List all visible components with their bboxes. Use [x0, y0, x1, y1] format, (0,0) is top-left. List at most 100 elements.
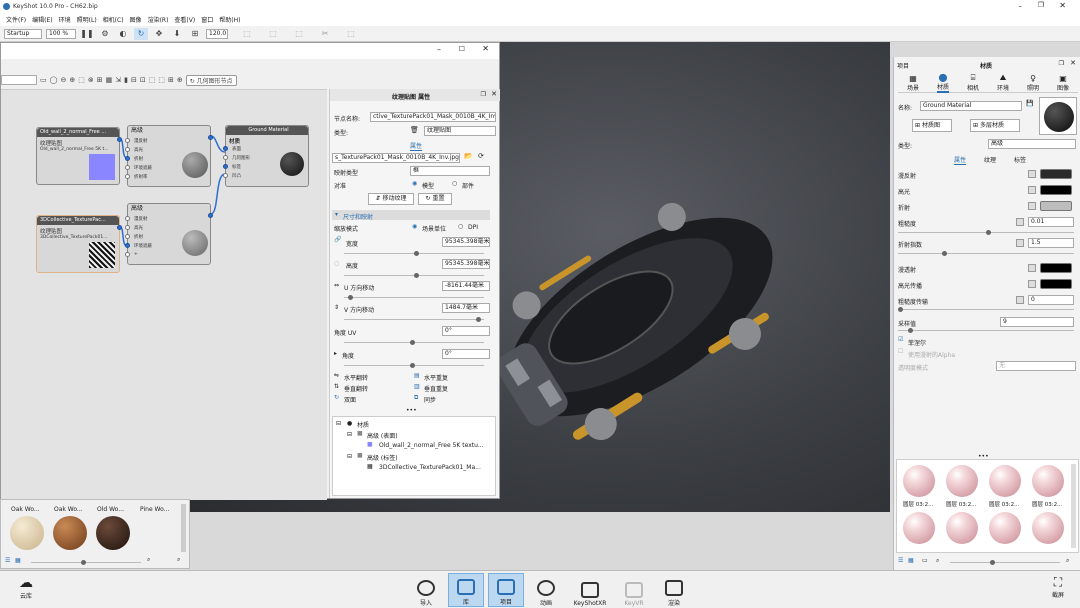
advanced-node-1-out[interactable]	[208, 135, 213, 140]
ior-texture-button[interactable]	[1016, 239, 1024, 247]
texture-file-input[interactable]: s_TexturePack01_Mask_0010B_4K_Inv.jpg	[332, 153, 460, 163]
refraction-texture-button[interactable]	[1028, 202, 1036, 210]
adv2-port-ao[interactable]	[125, 243, 130, 248]
angle-chevron-icon[interactable]: ▸	[334, 350, 337, 357]
material-grid-scrollbar[interactable]	[1071, 464, 1076, 548]
radio-model-icon[interactable]: ◉	[412, 180, 417, 187]
keyvr-button[interactable]: KeyVR	[616, 573, 652, 607]
tool-icon-2[interactable]: ⬚	[266, 28, 280, 40]
menu-environment[interactable]: 环境	[59, 15, 71, 24]
folder-icon[interactable]: 📂	[464, 152, 473, 160]
panel-splitter-icon[interactable]: •••	[406, 407, 417, 414]
link-icon[interactable]: 🔗	[334, 236, 341, 243]
texture-node-2[interactable]: 3DCollective_TexturePac... 纹理贴图 3DCollec…	[36, 215, 122, 273]
half-circle-icon[interactable]: ◐	[116, 28, 130, 40]
sub-tab-image[interactable]: ▣ 图像	[1057, 74, 1069, 92]
material-ball-2[interactable]	[946, 465, 978, 497]
diffuse-texture-button[interactable]	[1028, 170, 1036, 178]
sub-tab-material[interactable]: ⬤ 材质	[936, 73, 949, 93]
menu-image[interactable]: 图像	[130, 15, 142, 24]
keyshotxr-button[interactable]: KeyShotXR	[568, 573, 612, 607]
fov-input[interactable]: 120.0	[206, 28, 228, 39]
graph-tool-13-icon[interactable]: ⬚	[149, 76, 156, 84]
right-panel-close-icon[interactable]: ✕	[1070, 59, 1076, 67]
material-graph-button[interactable]: ⊞ 材质图	[912, 119, 952, 132]
move-texture-button[interactable]: ⇵ 移动纹理	[368, 193, 414, 205]
right-panel-float-icon[interactable]: ❐	[1059, 60, 1064, 67]
adv1-port-diffuse[interactable]	[125, 138, 130, 143]
radio-scene-icon[interactable]: ◉	[412, 223, 417, 230]
flip-h-icon[interactable]: ⇋	[334, 372, 339, 379]
flip-v-icon[interactable]: ⇅	[334, 383, 339, 390]
height-slider[interactable]	[344, 273, 484, 278]
multi-material-button[interactable]: ⊞ 多层材质	[970, 119, 1020, 132]
angle-uv-slider-knob[interactable]	[410, 340, 415, 345]
radio-dpi-icon[interactable]: ○	[458, 223, 463, 230]
ior-slider[interactable]	[898, 251, 1074, 256]
roughness-slider-knob[interactable]	[986, 230, 991, 235]
texture-node-2-out[interactable]	[117, 225, 122, 230]
library-grid-view-icon[interactable]: ▦	[15, 557, 21, 564]
graph-tool-10-icon[interactable]: ▮	[124, 76, 128, 84]
library-size-slider[interactable]	[31, 560, 141, 565]
samples-slider[interactable]	[898, 328, 1074, 333]
menu-lighting[interactable]: 照明(L)	[77, 15, 97, 24]
mat-port-bump[interactable]	[223, 173, 228, 178]
menu-camera[interactable]: 相机(C)	[103, 15, 124, 24]
library-search-icon-2[interactable]: ⌕	[177, 556, 180, 564]
save-material-icon[interactable]: 💾	[1026, 100, 1033, 107]
graph-tool-14-icon[interactable]: ⬚	[158, 76, 165, 84]
material-ball-8[interactable]	[1032, 512, 1064, 544]
ior-slider-knob[interactable]	[942, 251, 947, 256]
graph-tool-15-icon[interactable]: ⊞	[168, 76, 174, 84]
menu-render[interactable]: 渲染(R)	[148, 15, 169, 24]
roughness-texture-button[interactable]	[1016, 218, 1024, 226]
sub-tab-environment[interactable]: ⛰ 环境	[997, 73, 1009, 92]
rough-trans-input[interactable]: 0	[1028, 295, 1074, 305]
material-ball-3[interactable]	[989, 465, 1021, 497]
height-slider-knob[interactable]	[414, 273, 419, 278]
sync-icon[interactable]: ⧉	[414, 394, 418, 402]
zoom-select[interactable]: 100 %	[46, 28, 76, 39]
library-size-knob[interactable]	[81, 560, 86, 565]
library-item-2-thumb[interactable]	[53, 516, 87, 550]
rough-trans-texture-button[interactable]	[1016, 296, 1024, 304]
angle-uv-slider[interactable]	[344, 340, 484, 345]
specular-texture-button[interactable]	[1028, 186, 1036, 194]
tool-icon-5[interactable]: ⬚	[344, 28, 358, 40]
samples-slider-knob[interactable]	[908, 328, 913, 333]
refraction-color-swatch[interactable]	[1040, 201, 1072, 211]
material-ball-6[interactable]	[946, 512, 978, 544]
use-alpha-checkbox[interactable]: ☐	[898, 348, 903, 355]
library-search-icon[interactable]: ⌕	[147, 556, 150, 564]
sub-tab-scene[interactable]: ▦ 场景	[907, 74, 919, 92]
graph-tool-1-icon[interactable]: ▭	[40, 76, 47, 84]
adv1-port-ior[interactable]	[125, 174, 130, 179]
right-size-knob[interactable]	[990, 560, 995, 565]
graph-tool-12-icon[interactable]: ⊡	[140, 76, 146, 84]
material-ball-4[interactable]	[1032, 465, 1064, 497]
refresh-icon[interactable]: ↻	[134, 27, 148, 40]
graph-tool-16-icon[interactable]: ⊕	[177, 76, 183, 84]
graph-canvas[interactable]: Old_wall_2_normal_Free ... 纹理贴图 Old_wall…	[1, 89, 327, 500]
right-tab-material[interactable]: 材质	[980, 61, 992, 70]
mat-port-label[interactable]	[223, 164, 228, 169]
angle-uv-input[interactable]: 0°	[442, 326, 490, 336]
library-item-3-thumb[interactable]	[96, 516, 130, 550]
transparency-mode-select[interactable]: 无	[996, 361, 1076, 371]
graph-tool-7-icon[interactable]: ⊞	[97, 76, 103, 84]
tree-collapse-icon-2[interactable]: ⊟	[347, 431, 352, 438]
trash-icon[interactable]: 🗑	[410, 126, 419, 134]
v-shift-slider-knob[interactable]	[476, 317, 481, 322]
tool-icon-4[interactable]: ✂	[318, 28, 332, 40]
v-shift-slider[interactable]	[344, 317, 484, 322]
graph-tool-2-icon[interactable]: ◯	[50, 76, 58, 84]
animation-button[interactable]: 动画	[528, 573, 564, 607]
prop-tab-texture[interactable]: 纹理	[984, 155, 996, 164]
tree-collapse-icon-1[interactable]: ⊟	[336, 420, 341, 427]
adv2-port-add[interactable]	[125, 252, 130, 257]
menu-view[interactable]: 查看(V)	[174, 15, 195, 24]
diffuse-color-swatch[interactable]	[1040, 169, 1072, 179]
advanced-node-1[interactable]: 高级 漫反射 高光 折射 环境遮蔽 折射率	[125, 125, 213, 187]
fov-icon[interactable]: ⊞	[188, 28, 202, 40]
